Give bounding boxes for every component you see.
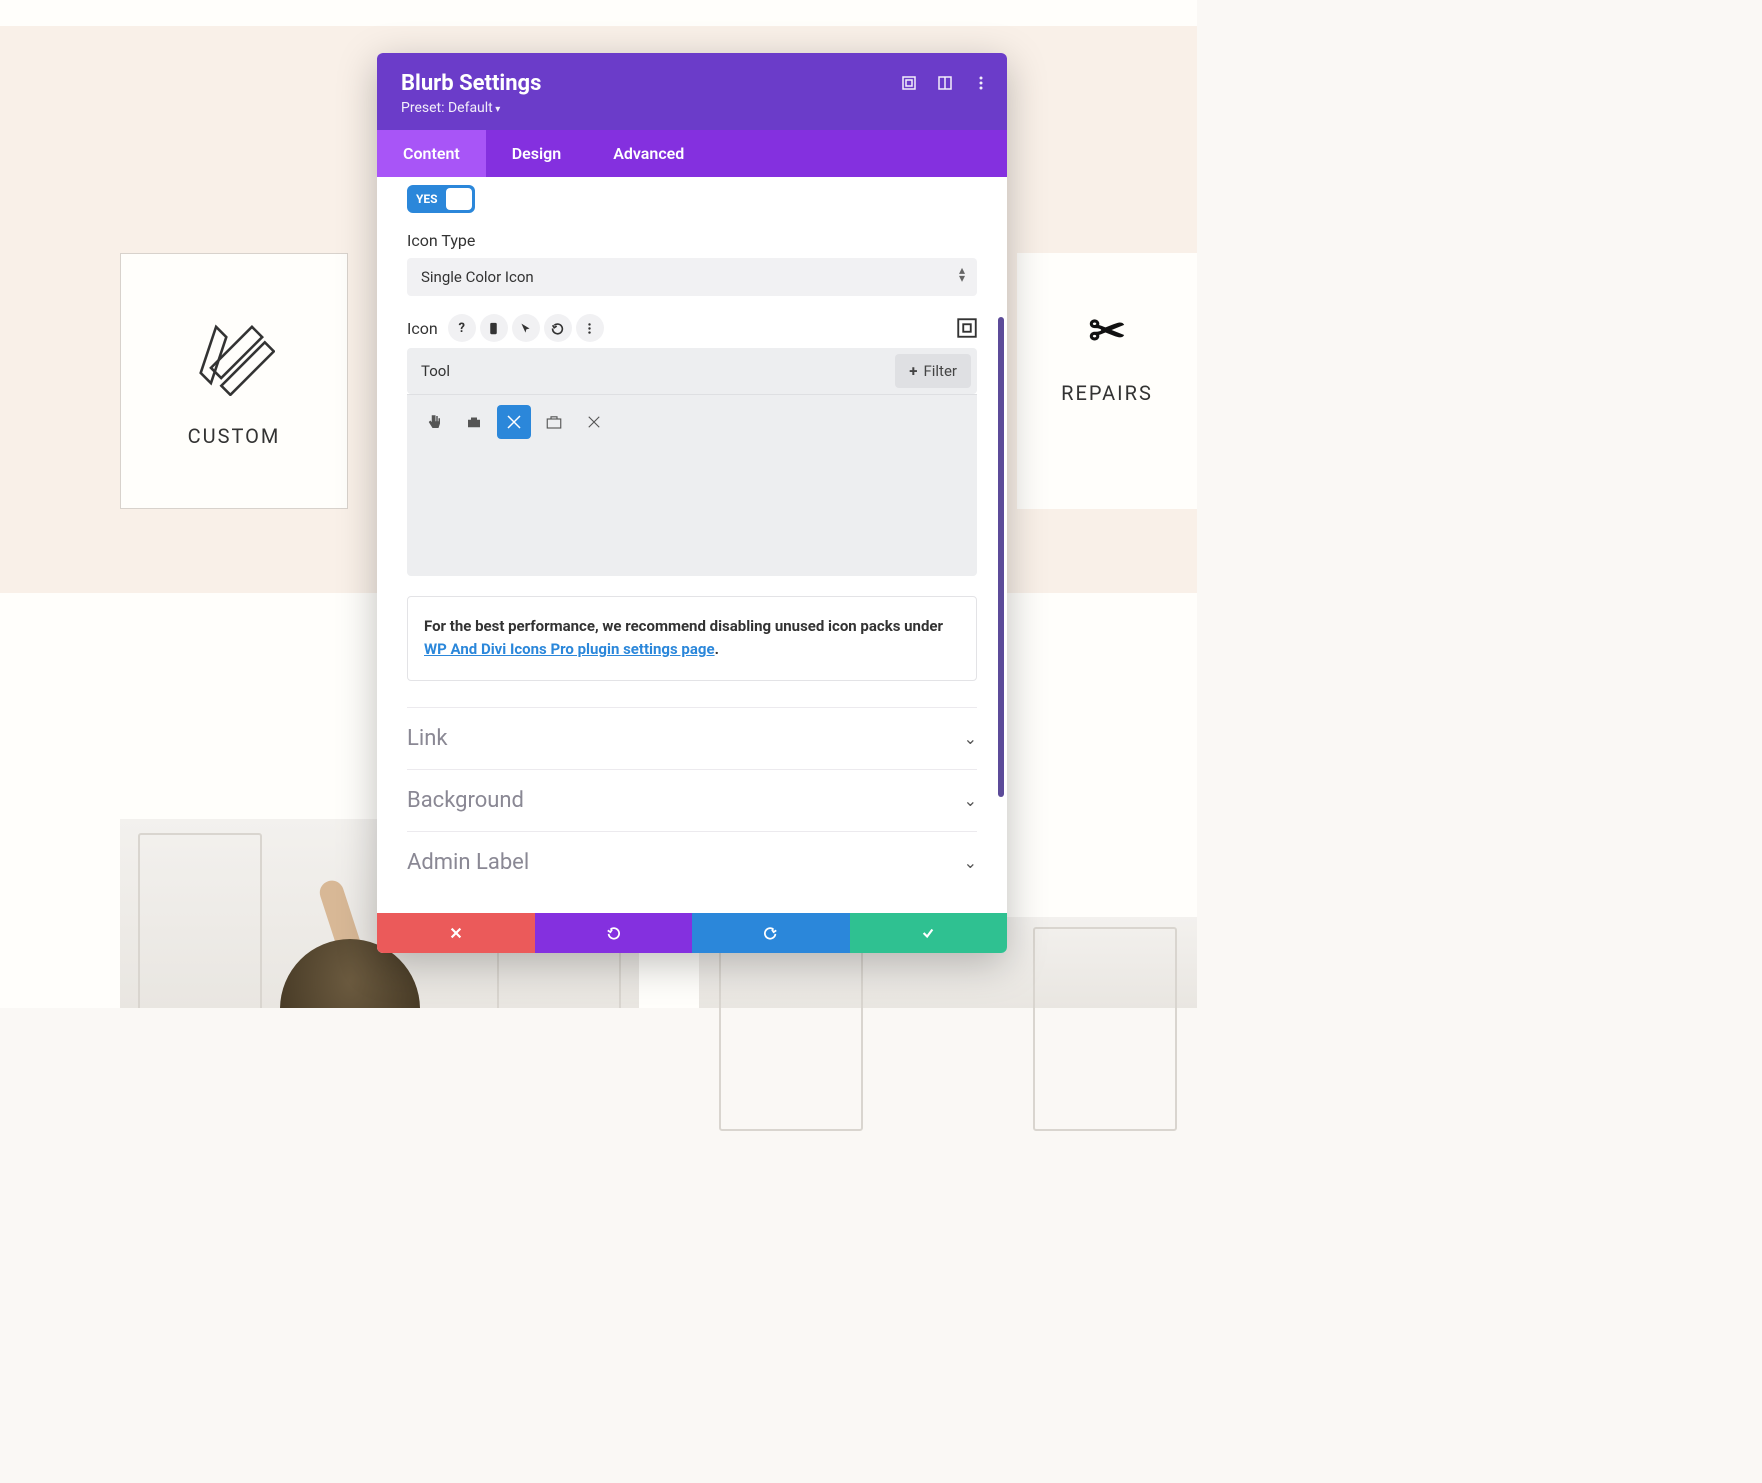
hover-icon[interactable] [512, 314, 540, 342]
pencil-ruler-icon [193, 314, 275, 396]
accordion-group: Link ⌄ Background ⌄ Admin Label ⌄ [407, 707, 977, 893]
redo-button[interactable] [692, 913, 850, 953]
expand-icon[interactable] [901, 75, 917, 91]
modal-title: Blurb Settings [401, 71, 983, 96]
modal-tabs: Content Design Advanced [377, 130, 1007, 177]
notice-suffix: . [715, 640, 719, 658]
icon-picker-grid [407, 394, 977, 576]
chevron-down-icon: ⌄ [964, 791, 977, 810]
mobile-icon[interactable] [480, 314, 508, 342]
select-chevron-icon: ▴▾ [959, 266, 965, 282]
fullscreen-icon[interactable] [957, 318, 977, 338]
preset-selector[interactable]: Preset: Default [401, 100, 983, 116]
modal-header: Blurb Settings Preset: Default [377, 53, 1007, 130]
accordion-background[interactable]: Background ⌄ [407, 770, 977, 832]
more-menu-icon[interactable] [973, 75, 989, 91]
icon-option-toolbox[interactable] [457, 405, 491, 439]
tab-advanced[interactable]: Advanced [587, 130, 710, 177]
plus-icon: + [909, 362, 917, 380]
select-value: Single Color Icon [421, 268, 534, 286]
chevron-down-icon: ⌄ [964, 853, 977, 872]
settings-page-link[interactable]: WP And Divi Icons Pro plugin settings pa… [424, 640, 715, 658]
accordion-admin-label[interactable]: Admin Label ⌄ [407, 832, 977, 893]
blurb-card-custom: CUSTOM [120, 253, 348, 509]
undo-button[interactable] [535, 913, 693, 953]
accordion-title: Background [407, 788, 524, 813]
chevron-down-icon: ⌄ [964, 729, 977, 748]
reset-icon[interactable] [544, 314, 572, 342]
help-icon[interactable]: ? [448, 314, 476, 342]
icon-type-label: Icon Type [407, 231, 977, 250]
icon-search-input[interactable] [407, 350, 889, 392]
accordion-link[interactable]: Link ⌄ [407, 708, 977, 770]
modal-body: YES Icon Type Single Color Icon ▴▾ Icon … [377, 177, 1007, 913]
icon-label: Icon [407, 319, 438, 338]
scissors-icon: ✂ [1089, 305, 1126, 357]
use-icon-toggle[interactable]: YES [407, 185, 475, 213]
notice-text: For the best performance, we recommend d… [424, 617, 943, 635]
accordion-title: Link [407, 726, 448, 751]
cancel-button[interactable] [377, 913, 535, 953]
modal-footer [377, 913, 1007, 953]
icon-option-hand[interactable] [417, 405, 451, 439]
blurb-settings-modal: Blurb Settings Preset: Default Content D… [377, 53, 1007, 953]
columns-icon[interactable] [937, 75, 953, 91]
accordion-title: Admin Label [407, 850, 529, 875]
tab-content[interactable]: Content [377, 130, 486, 177]
tab-design[interactable]: Design [486, 130, 587, 177]
icon-option-briefcase[interactable] [537, 405, 571, 439]
icon-option-wrench-screwdriver[interactable] [577, 405, 611, 439]
card-label: REPAIRS [1061, 381, 1153, 405]
blurb-card-repairs: ✂ REPAIRS [1017, 253, 1197, 509]
more-options-icon[interactable] [576, 314, 604, 342]
modal-scrollbar[interactable] [998, 317, 1004, 797]
card-label: CUSTOM [188, 424, 281, 448]
filter-label: Filter [923, 362, 957, 380]
performance-notice: For the best performance, we recommend d… [407, 596, 977, 681]
icon-search-bar: + Filter [407, 348, 977, 394]
toggle-knob [446, 188, 472, 210]
icon-option-pencil-ruler[interactable] [497, 405, 531, 439]
save-button[interactable] [850, 913, 1008, 953]
filter-button[interactable]: + Filter [895, 354, 971, 388]
icon-type-select[interactable]: Single Color Icon ▴▾ [407, 258, 977, 296]
toggle-label: YES [410, 192, 438, 206]
